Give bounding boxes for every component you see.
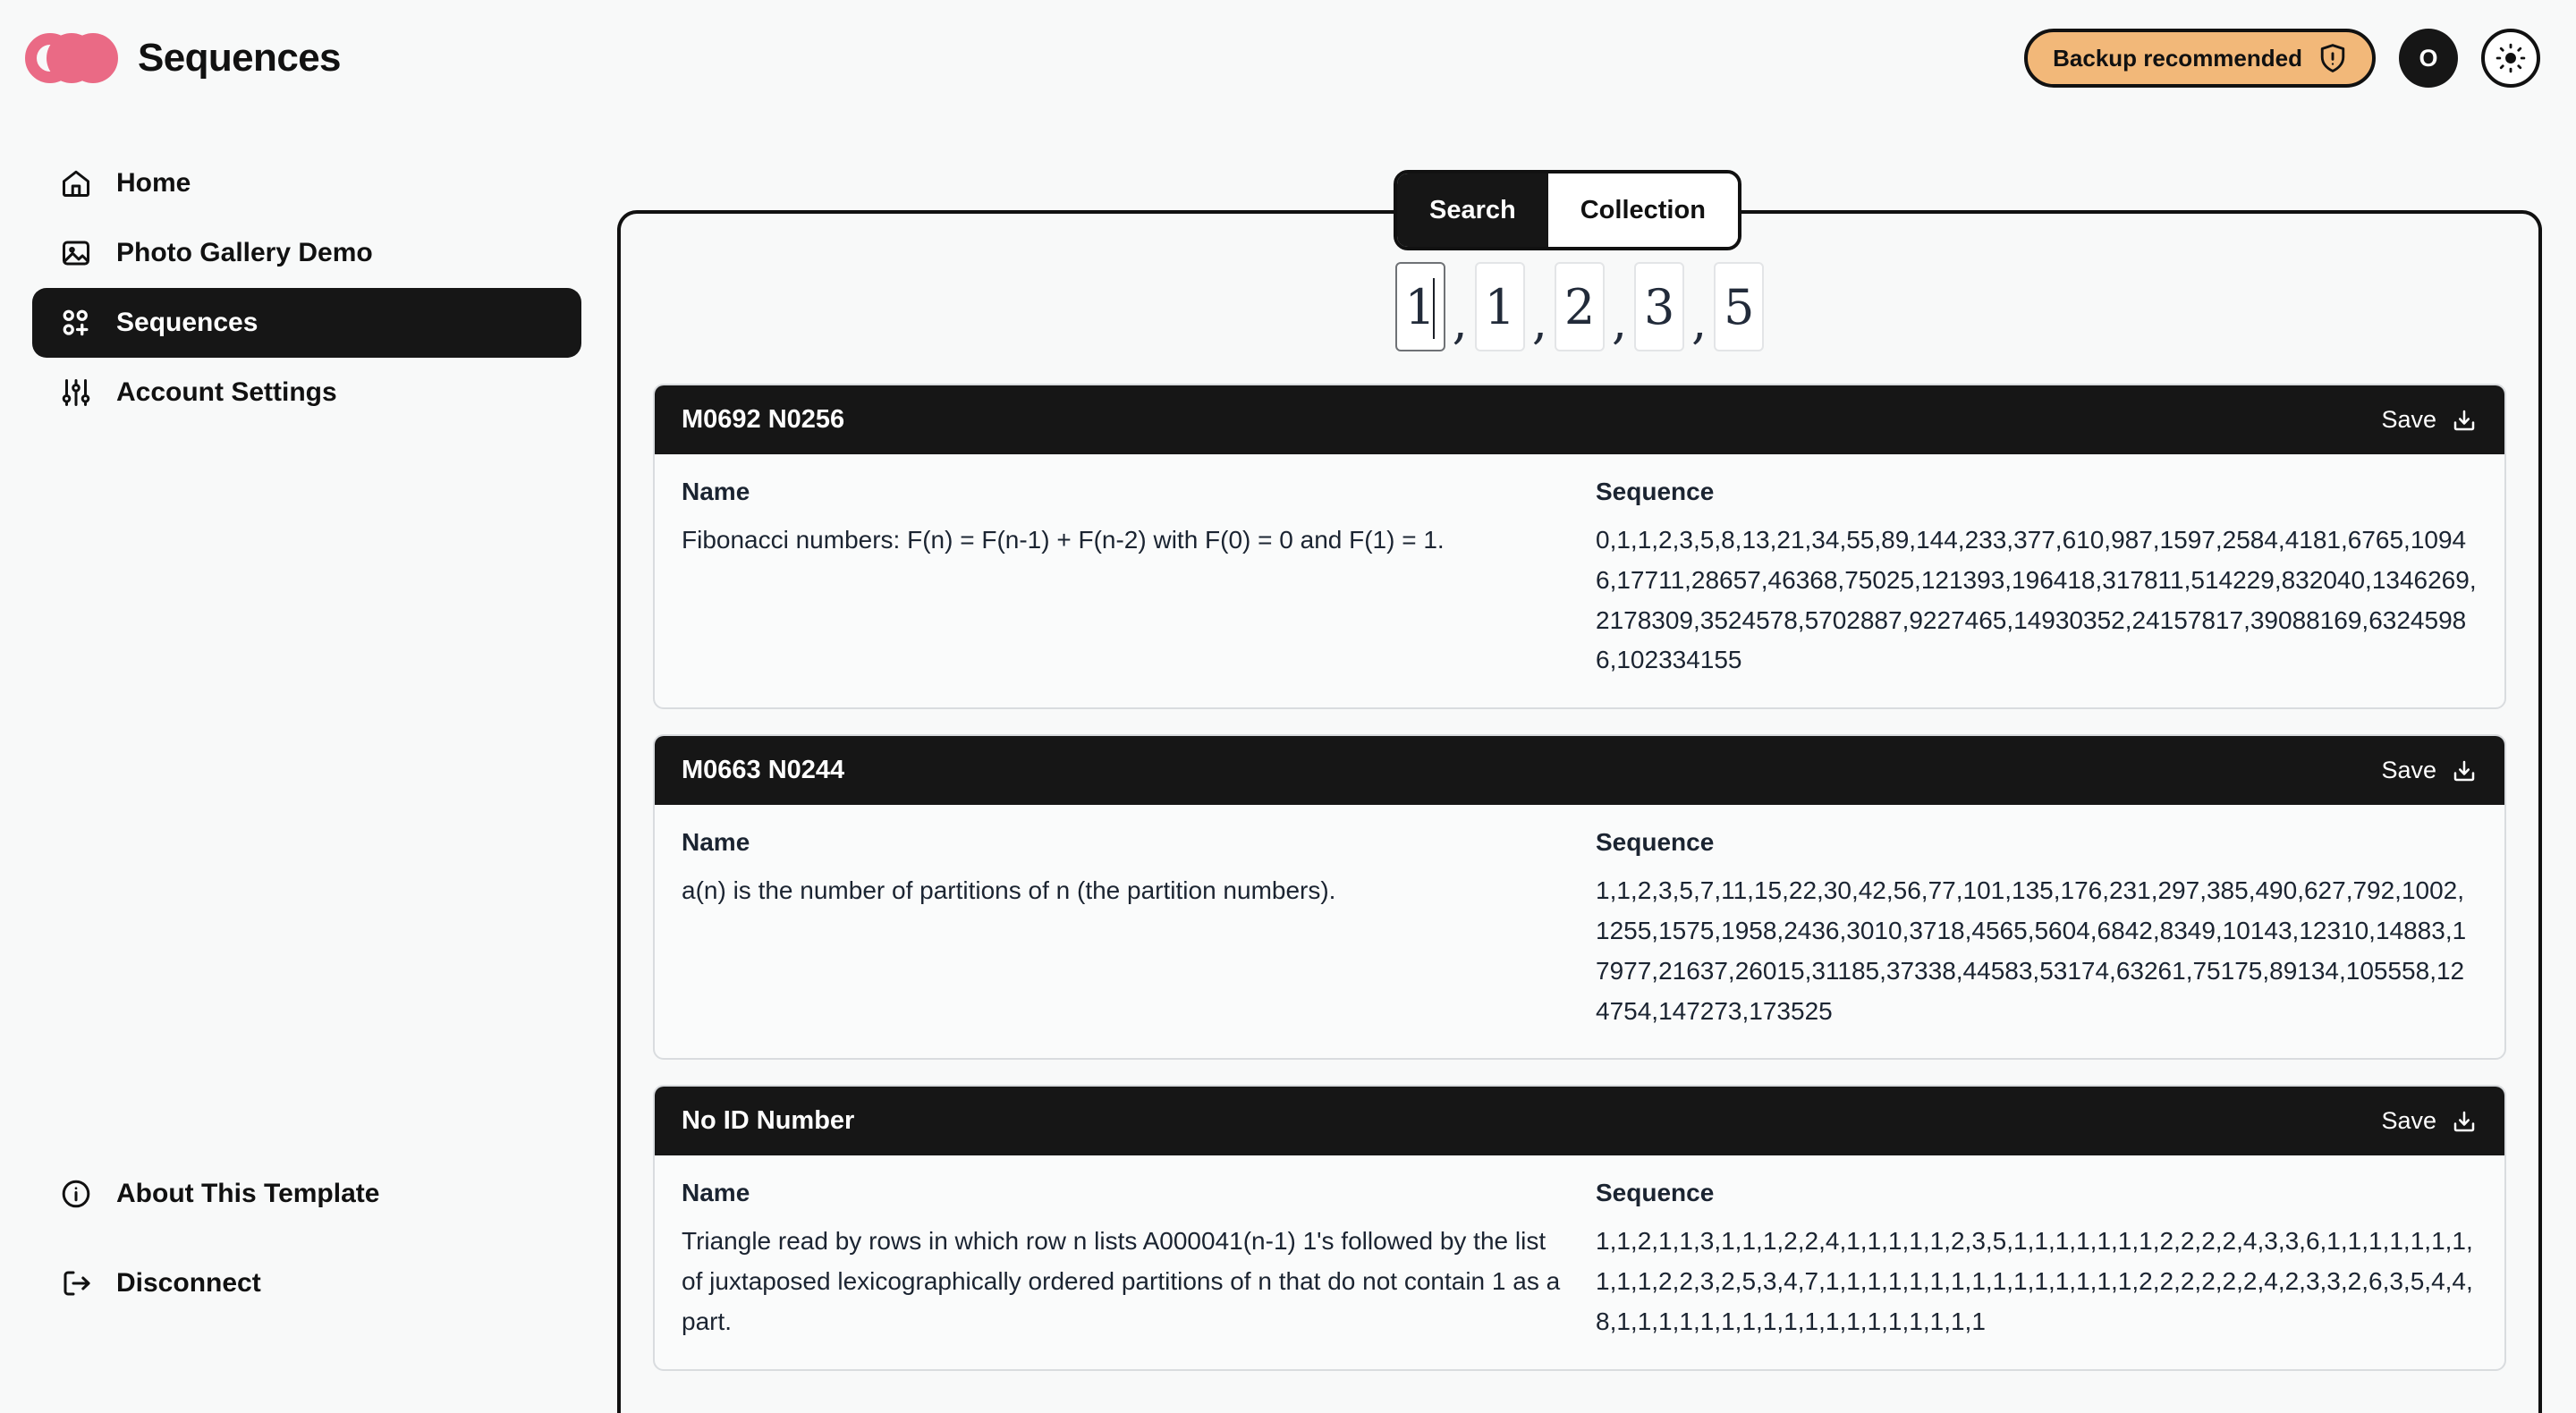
- digit-value: 1: [1404, 278, 1436, 335]
- sequence-column: Sequence 1,1,2,3,5,7,11,15,22,30,42,56,7…: [1596, 828, 2478, 1031]
- save-button[interactable]: Save: [2381, 406, 2478, 434]
- digit-separator: ,: [1452, 293, 1468, 350]
- sequence-column-header: Sequence: [1596, 478, 1715, 505]
- home-icon: [59, 166, 93, 200]
- main-panel: 1 , 1 , 2 , 3 , 5 M0692 N0256 Save Name …: [617, 210, 2542, 1413]
- info-circle-icon: [59, 1177, 93, 1211]
- save-button[interactable]: Save: [2381, 1107, 2478, 1135]
- sidebar-item-label: Home: [116, 168, 191, 198]
- download-tray-icon: [2451, 407, 2478, 434]
- sidebar-item-label: About This Template: [116, 1179, 380, 1208]
- brand: Sequences: [25, 33, 342, 83]
- shield-alert-icon: [2318, 43, 2347, 73]
- page-title: Sequences: [138, 36, 342, 80]
- digit-input-4[interactable]: 3: [1634, 262, 1685, 351]
- save-label: Save: [2381, 757, 2436, 784]
- sun-icon: [2496, 43, 2526, 73]
- digit-separator: ,: [1531, 293, 1547, 350]
- sidebar-item-account-settings[interactable]: Account Settings: [32, 358, 581, 427]
- name-column-header: Name: [682, 1179, 750, 1207]
- tab-label: Search: [1429, 195, 1516, 224]
- digit-value: 2: [1563, 278, 1596, 335]
- sidebar-item-label: Sequences: [116, 308, 258, 337]
- sequence-id: No ID Number: [682, 1106, 855, 1136]
- backup-recommended-button[interactable]: Backup recommended: [2024, 29, 2376, 88]
- sidebar: Home Photo Gallery Demo Sequences Accoun…: [0, 116, 617, 1413]
- sequence-card: M0692 N0256 Save Name Fibonacci numbers:…: [653, 384, 2506, 710]
- sidebar-item-home[interactable]: Home: [32, 148, 581, 218]
- sequence-card-header: M0692 N0256 Save: [655, 385, 2504, 454]
- save-button[interactable]: Save: [2381, 757, 2478, 784]
- circles-plus-icon: [59, 306, 93, 340]
- tab-group: Search Collection: [1394, 170, 1741, 250]
- digit-input-5[interactable]: 5: [1714, 262, 1765, 351]
- backup-label: Backup recommended: [2053, 44, 2302, 72]
- digit-value: 5: [1724, 278, 1755, 335]
- sequence-results-list: M0692 N0256 Save Name Fibonacci numbers:…: [621, 351, 2538, 1371]
- sequence-card: No ID Number Save Name Triangle read by …: [653, 1085, 2506, 1371]
- download-tray-icon: [2451, 1108, 2478, 1135]
- sidebar-item-label: Disconnect: [116, 1268, 261, 1298]
- sidebar-item-photo-gallery-demo[interactable]: Photo Gallery Demo: [32, 218, 581, 288]
- sequence-card-header: No ID Number Save: [655, 1087, 2504, 1156]
- sidebar-bottom-group: About This Template Disconnect: [32, 1159, 581, 1386]
- name-column: Name Fibonacci numbers: F(n) = F(n-1) + …: [682, 478, 1563, 681]
- sequence-card: M0663 N0244 Save Name a(n) is the number…: [653, 734, 2506, 1061]
- sequence-name: Triangle read by rows in which row n lis…: [682, 1227, 1561, 1335]
- tab-search[interactable]: Search: [1397, 173, 1548, 247]
- digit-input-2[interactable]: 1: [1474, 262, 1525, 351]
- digit-value: 1: [1484, 278, 1515, 335]
- sequence-id: M0663 N0244: [682, 756, 845, 785]
- sequence-values: 0,1,1,2,3,5,8,13,21,34,55,89,144,233,377…: [1596, 526, 2477, 674]
- name-column-header: Name: [682, 828, 750, 857]
- download-tray-icon: [2451, 757, 2478, 784]
- avatar[interactable]: O: [2399, 29, 2458, 88]
- save-label: Save: [2381, 1107, 2436, 1135]
- name-column: Name a(n) is the number of partitions of…: [682, 828, 1563, 1031]
- sequence-card-header: M0663 N0244 Save: [655, 736, 2504, 806]
- app-header: Sequences Backup recommended O: [0, 0, 2576, 116]
- sequence-values: 1,1,2,1,1,3,1,1,1,2,2,4,1,1,1,1,1,2,3,5,…: [1596, 1227, 2473, 1335]
- sequence-column-header: Sequence: [1596, 828, 1715, 857]
- name-column: Name Triangle read by rows in which row …: [682, 1179, 1563, 1341]
- avatar-initial: O: [2419, 44, 2438, 72]
- sidebar-item-label: Photo Gallery Demo: [116, 238, 373, 267]
- tab-collection[interactable]: Collection: [1547, 173, 1738, 247]
- theme-toggle-button[interactable]: [2481, 29, 2540, 88]
- sidebar-item-sequences[interactable]: Sequences: [32, 288, 581, 358]
- sidebar-item-disconnect[interactable]: Disconnect: [32, 1248, 581, 1318]
- sequence-name: a(n) is the number of partitions of n (t…: [682, 876, 1336, 905]
- sidebar-item-about-this-template[interactable]: About This Template: [32, 1159, 581, 1229]
- digit-separator: ,: [1691, 293, 1707, 350]
- sequence-card-body: Name Triangle read by rows in which row …: [655, 1155, 2504, 1368]
- save-label: Save: [2381, 406, 2436, 433]
- logout-icon: [59, 1266, 93, 1300]
- digit-value: 3: [1643, 278, 1675, 335]
- digit-input-1[interactable]: 1: [1394, 262, 1445, 351]
- tab-label: Collection: [1580, 195, 1706, 224]
- text-caret: [1432, 278, 1435, 339]
- sliders-icon: [59, 376, 93, 410]
- digit-separator: ,: [1612, 293, 1628, 350]
- header-actions: Backup recommended O: [2024, 29, 2540, 88]
- name-column-header: Name: [682, 478, 750, 505]
- sequence-card-body: Name Fibonacci numbers: F(n) = F(n-1) + …: [655, 454, 2504, 707]
- image-icon: [59, 236, 93, 270]
- three-circles-logo: [25, 33, 118, 83]
- sequence-values: 1,1,2,3,5,7,11,15,22,30,42,56,77,101,135…: [1596, 876, 2467, 1025]
- sidebar-item-label: Account Settings: [116, 377, 337, 407]
- sequence-column-header: Sequence: [1596, 1179, 1715, 1207]
- digit-input-3[interactable]: 2: [1555, 262, 1605, 351]
- sequence-column: Sequence 0,1,1,2,3,5,8,13,21,34,55,89,14…: [1596, 478, 2478, 681]
- sequence-name: Fibonacci numbers: F(n) = F(n-1) + F(n-2…: [682, 526, 1445, 554]
- sequence-column: Sequence 1,1,2,1,1,3,1,1,1,2,2,4,1,1,1,1…: [1596, 1179, 2478, 1341]
- sequence-id: M0692 N0256: [682, 405, 845, 434]
- sequence-card-body: Name a(n) is the number of partitions of…: [655, 805, 2504, 1058]
